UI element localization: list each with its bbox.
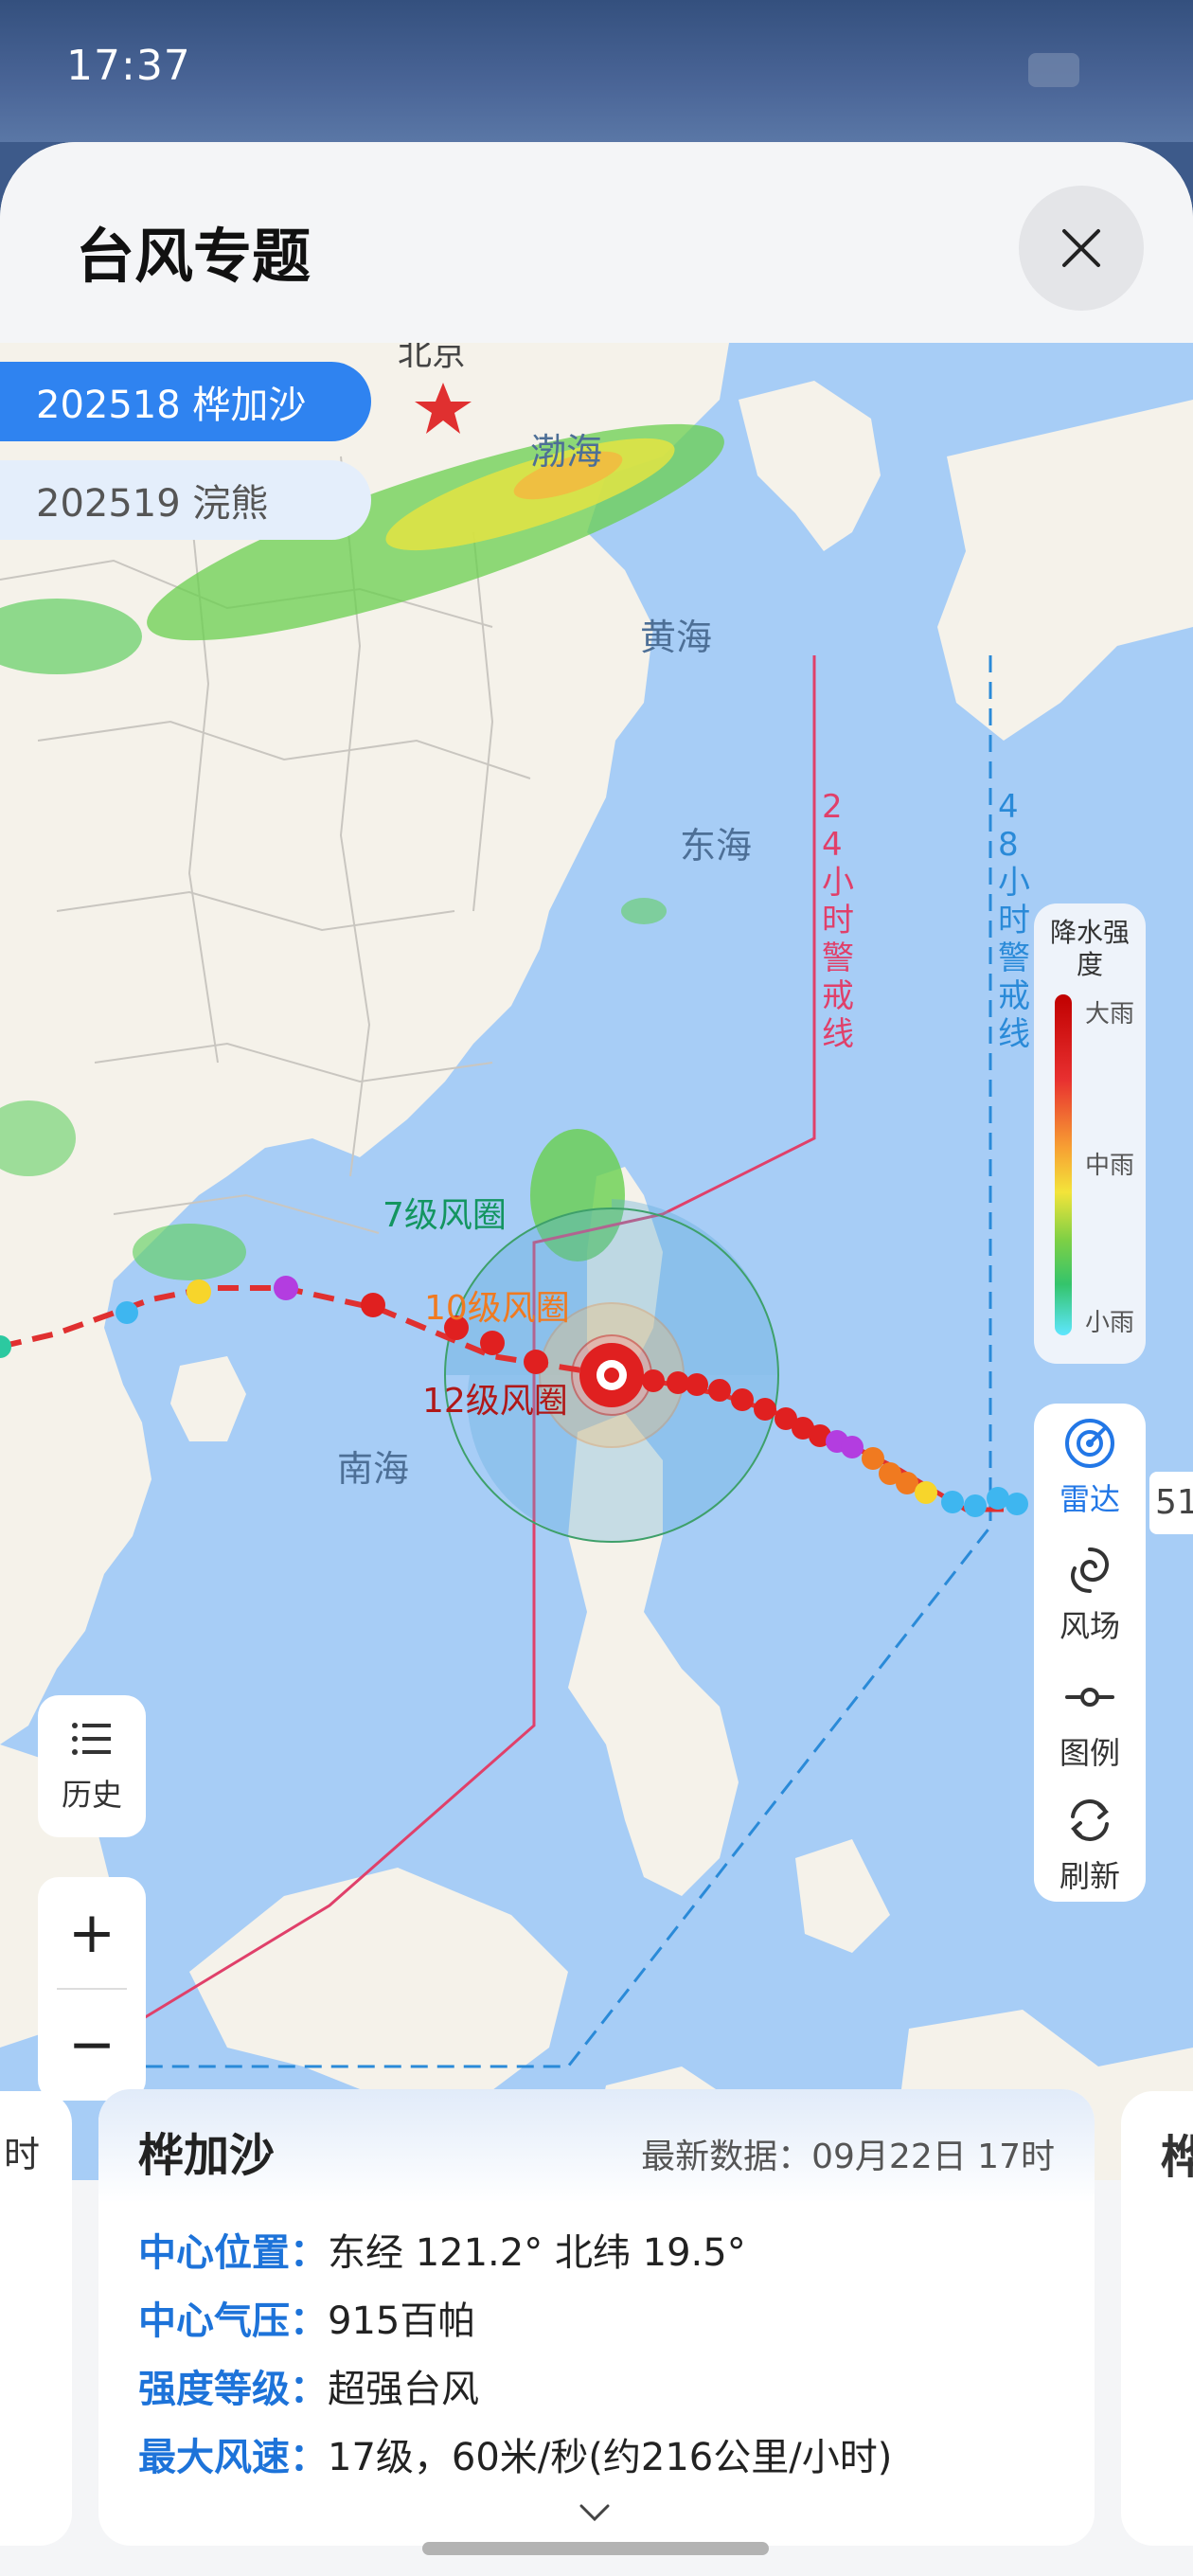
home-indicator[interactable] — [422, 2542, 769, 2555]
latest-data-time: 最新数据：09月22日 17时 — [641, 2138, 1055, 2176]
history-label: 历史 — [61, 1777, 122, 1813]
label-wind7: 7级风圈 — [383, 1196, 507, 1235]
sheet-header: 台风专题 — [0, 142, 1193, 343]
page-title: 台风专题 — [76, 222, 312, 291]
radar-button[interactable]: 雷达 — [1034, 1404, 1146, 1527]
zoom-in-button[interactable]: + — [38, 1877, 146, 1989]
map-canvas — [0, 343, 1193, 2180]
typhoon-center-icon — [579, 1343, 644, 1407]
row-center-position: 中心位置：东经 121.2° 北纬 19.5° — [138, 2222, 746, 2277]
status-bar: 17:37 — [0, 0, 1193, 142]
track-number-label: 518 — [1149, 1472, 1193, 1534]
history-button[interactable]: 历史 — [38, 1695, 146, 1837]
label-east-sea: 东海 — [680, 825, 753, 867]
prev-card[interactable]: 时 — [0, 2091, 72, 2546]
row-key: 中心气压： — [138, 2299, 328, 2343]
map-tools-panel: 雷达 风场 图例 刷新 — [1034, 1404, 1146, 1902]
wind-field-button[interactable]: 风场 — [1034, 1530, 1146, 1654]
close-icon — [1062, 229, 1100, 267]
row-value: 东经 121.2° 北纬 19.5° — [328, 2231, 746, 2275]
list-icon — [72, 1723, 111, 1755]
refresh-label: 刷新 — [1059, 1858, 1120, 1894]
row-key: 强度等级： — [138, 2368, 328, 2411]
chevron-down-icon[interactable] — [576, 2498, 614, 2527]
label-wind12: 12级风圈 — [422, 1382, 568, 1421]
next-card[interactable]: 桦 — [1121, 2091, 1193, 2546]
refresh-button[interactable]: 刷新 — [1034, 1780, 1146, 1904]
close-button[interactable] — [1019, 186, 1144, 311]
typhoon-info-card[interactable]: 桦加沙 最新数据：09月22日 17时 中心位置：东经 121.2° 北纬 19… — [98, 2089, 1095, 2546]
typhoon-tab-202518[interactable]: 202518 桦加沙 — [0, 362, 371, 441]
row-value: 17级，60米/秒(约216公里/小时) — [328, 2436, 893, 2479]
legend-label: 图例 — [1059, 1735, 1120, 1771]
legend-title: 降水强度 — [1049, 917, 1130, 980]
zoom-controls: + − — [38, 1877, 146, 2101]
row-max-wind: 最大风速：17级，60米/秒(约216公里/小时) — [138, 2426, 892, 2481]
typhoon-sheet: 台风专题 北京 渤海 黄海 东海 南海 24小时警戒线 48小时警戒线 7级风圈… — [0, 142, 1193, 2576]
typhoon-tab-202519[interactable]: 202519 浣熊 — [0, 460, 371, 540]
refresh-icon — [1071, 1799, 1109, 1841]
label-48h-line: 48小时警戒线 — [998, 788, 1030, 1053]
row-value: 超强台风 — [328, 2368, 479, 2411]
mindanao-region — [795, 1839, 890, 1953]
legend-light: 小雨 — [1085, 1309, 1135, 1337]
card-header: 桦加沙 最新数据：09月22日 17时 — [98, 2089, 1095, 2203]
radar-icon — [1065, 1419, 1114, 1468]
korea-peninsula — [739, 381, 881, 551]
row-key: 最大风速： — [138, 2436, 328, 2479]
wind-field-label: 风场 — [1059, 1608, 1120, 1644]
row-center-pressure: 中心气压：915百帕 — [138, 2290, 475, 2345]
label-24h-line: 24小时警戒线 — [822, 788, 854, 1053]
prev-card-text: 时 — [4, 2134, 41, 2175]
status-time: 17:37 — [66, 42, 191, 90]
legend-heavy: 大雨 — [1085, 1000, 1135, 1029]
radar-label: 雷达 — [1059, 1481, 1120, 1517]
typhoon-name: 桦加沙 — [138, 2129, 276, 2182]
legend-button[interactable]: 图例 — [1034, 1657, 1146, 1780]
wind-swirl-icon — [1071, 1547, 1109, 1593]
hainan — [170, 1356, 246, 1441]
battery-icon — [1028, 53, 1079, 87]
row-value: 915百帕 — [328, 2299, 476, 2343]
label-yellow-sea: 黄海 — [640, 617, 713, 658]
row-intensity: 强度等级：超强台风 — [138, 2358, 479, 2413]
label-south-sea: 南海 — [337, 1448, 410, 1490]
label-beijing: 北京 — [398, 343, 467, 373]
typhoon-map[interactable]: 北京 渤海 黄海 东海 南海 24小时警戒线 48小时警戒线 7级风圈 10级风… — [0, 343, 1193, 2180]
label-wind10: 10级风圈 — [424, 1289, 570, 1328]
row-key: 中心位置： — [138, 2231, 328, 2275]
japan — [937, 400, 1193, 741]
legend-icon — [1065, 1688, 1114, 1707]
zoom-out-button[interactable]: − — [38, 1989, 146, 2101]
legend-color-bar — [1055, 994, 1072, 1335]
precipitation-legend: 降水强度 大雨 中雨 小雨 — [1034, 903, 1146, 1364]
next-card-text: 桦 — [1161, 2131, 1193, 2184]
legend-moderate: 中雨 — [1085, 1152, 1135, 1180]
label-bohai: 渤海 — [530, 431, 603, 473]
borneo — [189, 1868, 568, 2104]
